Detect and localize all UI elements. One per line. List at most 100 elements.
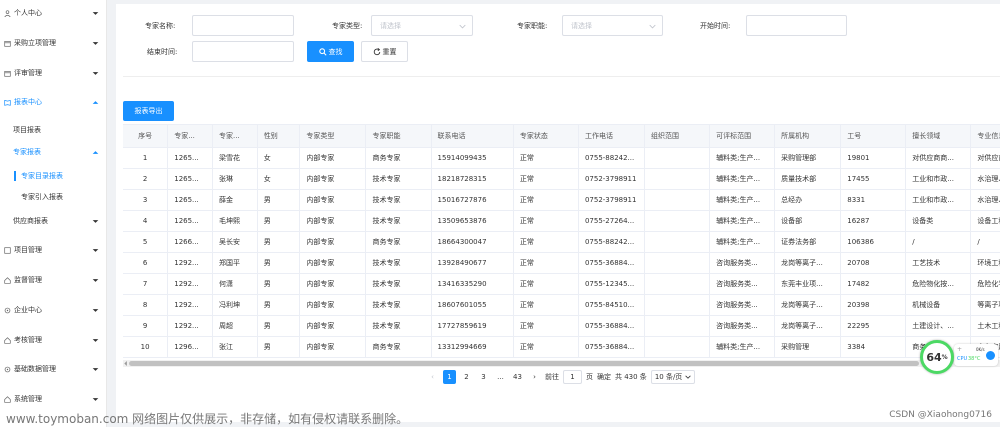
watermark-text: www.toymoban.com 网络图片仅供展示，非存储，如有侵权请联系删除。 bbox=[6, 412, 409, 426]
active-indicator bbox=[14, 171, 16, 181]
main-panel: 专家名称: 专家类型: 请选择 专家职能: 请选择 开始时间: 结束时间: 查找… bbox=[116, 4, 1000, 422]
sidebar-item-expert-import-report[interactable]: 专家引入报表 bbox=[0, 191, 106, 203]
table-cell: 13928490677 bbox=[431, 252, 514, 274]
table-cell: 对供应商 bbox=[970, 147, 1000, 169]
sidebar-item-report-center[interactable]: 报表中心 bbox=[0, 96, 106, 108]
table-row[interactable]: 1 1265... 梁雪花女内部专家 商务专家 15914099435 正常 0755-88… bbox=[123, 147, 1000, 169]
column-header: 专家职能 bbox=[365, 125, 432, 148]
table-row[interactable]: 5 1266... 吴长安男内部专家 商务专家 18664300047 正常 0755-88… bbox=[123, 231, 1000, 253]
table-row[interactable]: 10 1296... 张江男内部专家 商务专家 13312994669 正常 0755-36… bbox=[123, 336, 1000, 358]
table-cell: 技术专家 bbox=[365, 294, 432, 316]
sidebar-item-personal-center[interactable]: 个人中心 bbox=[0, 7, 106, 19]
sidebar-item-label: 考核管理 bbox=[14, 336, 42, 344]
column-header: 可评标范围 bbox=[709, 125, 776, 148]
sidebar-item-system[interactable]: 系统管理 bbox=[0, 393, 106, 405]
next-page-button[interactable]: › bbox=[528, 370, 541, 384]
prev-page-button[interactable]: ‹ bbox=[426, 370, 439, 384]
table-cell: 辅料类;生产... bbox=[709, 189, 776, 211]
sidebar-item-label: 个人中心 bbox=[14, 9, 42, 17]
column-header: 专业信息 bbox=[970, 125, 1000, 148]
sidebar-item-base-data[interactable]: 基础数据管理 bbox=[0, 363, 106, 375]
table-row[interactable]: 2 1265... 张琳女内部专家 技术专家 18218728315 正常 0752-379… bbox=[123, 168, 1000, 190]
table-cell: 正常 bbox=[513, 189, 579, 211]
table-cell: 技术专家 bbox=[365, 273, 432, 295]
table-cell bbox=[644, 315, 711, 337]
expert-name-input[interactable] bbox=[192, 15, 294, 36]
search-button-label: 查找 bbox=[328, 47, 343, 56]
calendar-icon bbox=[3, 39, 11, 47]
sidebar-item-supplier-report[interactable]: 供应商报表 bbox=[0, 215, 106, 227]
expand-icon[interactable]: + bbox=[957, 346, 962, 353]
scroll-left-icon[interactable] bbox=[124, 361, 128, 366]
table-cell: 土建设计、... bbox=[905, 315, 972, 337]
page-button[interactable]: 43 bbox=[511, 370, 524, 384]
sidebar-item-procurement[interactable]: 采购立项管理 bbox=[0, 37, 106, 49]
sidebar-item-supervision[interactable]: 监督管理 bbox=[0, 274, 106, 286]
table-cell: 技术专家 bbox=[365, 315, 432, 337]
table-cell: 0755-12345... bbox=[578, 273, 646, 295]
table-cell: 咨询服务类... bbox=[709, 252, 776, 274]
table-cell: 1292... bbox=[167, 273, 213, 295]
scrollbar-thumb[interactable] bbox=[129, 361, 919, 366]
table-cell bbox=[644, 210, 711, 232]
table-row[interactable]: 3 1265... 薛金男内部专家 技术专家 15016727876 正常 0752-379… bbox=[123, 189, 1000, 211]
table-cell: 采购管理部 bbox=[774, 147, 842, 169]
calendar-icon bbox=[3, 69, 11, 77]
sidebar-item-label: 系统管理 bbox=[14, 395, 42, 403]
reset-button[interactable]: 重置 bbox=[361, 41, 408, 62]
page-button[interactable]: 1 bbox=[443, 370, 456, 384]
table-cell: 0755-88242... bbox=[578, 147, 646, 169]
table-cell: 郑国平 bbox=[212, 252, 258, 274]
table-cell: 咨询服务类... bbox=[709, 315, 776, 337]
expert-function-select[interactable]: 请选择 bbox=[562, 15, 663, 36]
cpu-monitor-widget[interactable]: + 0K/s CPU 38°C 64% bbox=[920, 340, 1000, 376]
table-row[interactable]: 4 1265... 毛坤熙男内部专家 技术专家 13509653876 正常 0755-27… bbox=[123, 210, 1000, 232]
accelerate-icon[interactable] bbox=[986, 351, 995, 360]
start-time-input[interactable] bbox=[746, 15, 847, 36]
sidebar-item-project-report[interactable]: 项目报表 bbox=[0, 124, 106, 136]
table-cell: 正常 bbox=[513, 168, 579, 190]
page-button[interactable]: 3 bbox=[477, 370, 490, 384]
sidebar-item-label: 评审管理 bbox=[14, 69, 42, 77]
chevron-down-icon bbox=[92, 248, 99, 252]
sidebar-item-review[interactable]: 评审管理 bbox=[0, 67, 106, 79]
sidebar-item-expert-directory-report[interactable]: 专家目录报表 bbox=[0, 170, 106, 182]
table-cell: 男 bbox=[257, 231, 301, 253]
table-row[interactable]: 8 1292... 冯利坤男内部专家 技术专家 18607601055 正常 0755-84… bbox=[123, 294, 1000, 316]
table-cell: 正常 bbox=[513, 315, 579, 337]
cpu-usage-ring: 64% bbox=[920, 340, 954, 374]
table-cell bbox=[644, 252, 711, 274]
confirm-button[interactable]: 确定 bbox=[597, 370, 611, 384]
export-report-button[interactable]: 报表导出 bbox=[123, 101, 174, 121]
column-header: 专家状态 bbox=[513, 125, 579, 148]
table-cell: 1292... bbox=[167, 294, 213, 316]
end-time-input[interactable] bbox=[192, 41, 294, 62]
page-size-select[interactable]: 10 条/页 bbox=[650, 370, 696, 384]
table-cell: 正常 bbox=[513, 252, 579, 274]
goto-page-input[interactable]: 1 bbox=[563, 370, 582, 384]
page-button[interactable]: 2 bbox=[460, 370, 473, 384]
sidebar-item-expert-report[interactable]: 专家报表 bbox=[0, 146, 106, 158]
search-button[interactable]: 查找 bbox=[307, 41, 354, 62]
table-cell: 22295 bbox=[840, 315, 907, 337]
expert-type-select[interactable]: 请选择 bbox=[371, 15, 473, 36]
table-cell: 技术专家 bbox=[365, 252, 432, 274]
table-cell: 危险化学 bbox=[970, 273, 1000, 295]
sidebar: 个人中心 采购立项管理 评审管理 报表中心 项目报表 专家报表 专家目录报表 专… bbox=[0, 0, 107, 427]
sidebar-item-enterprise-center[interactable]: 企业中心 bbox=[0, 304, 106, 316]
table-cell: 20708 bbox=[840, 252, 907, 274]
settings-icon bbox=[3, 365, 11, 373]
table-row[interactable]: 7 1292... 何潇男内部专家 技术专家 13416335290 正常 0755-123… bbox=[123, 273, 1000, 295]
chevron-down-icon bbox=[92, 397, 99, 401]
expert-table: 序号 专家... 专家... 性别 专家类型 专家职能 联系电话 专家状态 工作电话 组织范围 可评… bbox=[123, 124, 1000, 360]
table-row[interactable]: 9 1292... 周超男内部专家 技术专家 17727859619 正常 0755-368… bbox=[123, 315, 1000, 337]
table-cell: 1 bbox=[123, 147, 169, 169]
page-ellipsis[interactable]: ... bbox=[494, 370, 507, 384]
table-row[interactable]: 6 1292... 郑国平男内部专家 技术专家 13928490677 正常 0755-36… bbox=[123, 252, 1000, 274]
table-cell: 内部专家 bbox=[299, 273, 367, 295]
page-size-value: 10 条/页 bbox=[654, 373, 683, 381]
horizontal-scrollbar[interactable] bbox=[123, 360, 1000, 367]
sidebar-item-assessment[interactable]: 考核管理 bbox=[0, 334, 106, 346]
sidebar-item-project-management[interactable]: 项目管理 bbox=[0, 244, 106, 256]
table-cell: 男 bbox=[257, 315, 301, 337]
